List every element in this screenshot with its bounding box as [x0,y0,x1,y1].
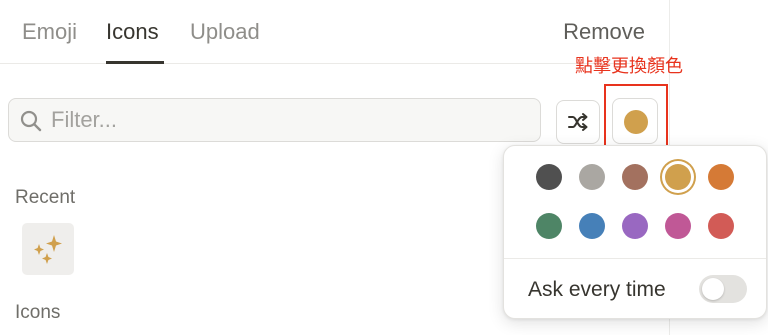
color-popover: Ask every time [503,145,767,319]
color-swatch-gray[interactable] [536,164,562,190]
color-picker-button[interactable] [612,98,658,144]
search-icon [19,109,43,133]
ask-every-time-label: Ask every time [528,278,666,301]
ask-every-time-toggle[interactable] [699,275,747,303]
tab-upload[interactable]: Upload [190,18,260,46]
active-tab-indicator [106,61,164,64]
recent-icon-tile[interactable] [22,223,74,275]
color-swatch-blue[interactable] [579,213,605,239]
toggle-knob [702,278,724,300]
color-swatch-pink[interactable] [665,213,691,239]
color-swatch-brown[interactable] [622,164,648,190]
popover-divider [504,258,766,259]
color-swatch-red[interactable] [708,213,734,239]
filter-input[interactable] [51,99,531,141]
filter-box[interactable] [8,98,541,142]
color-swatch-orange[interactable] [708,164,734,190]
shuffle-icon [568,113,588,131]
annotation-label: 點擊更換顏色 [575,56,683,77]
sparkles-icon [34,235,62,264]
color-swatch-yellow[interactable] [665,164,691,190]
color-swatch-green[interactable] [536,213,562,239]
remove-button[interactable]: Remove [563,18,645,46]
tab-bar: Emoji Icons Upload Remove [0,0,670,64]
color-swatch-purple[interactable] [622,213,648,239]
icons-section-label: Icons [15,302,61,323]
tab-emoji[interactable]: Emoji [22,18,77,46]
recent-section-label: Recent [15,187,76,208]
current-color-swatch [624,110,648,134]
color-swatch-light-gray[interactable] [579,164,605,190]
tab-icons[interactable]: Icons [106,18,159,46]
shuffle-button[interactable] [556,100,600,144]
